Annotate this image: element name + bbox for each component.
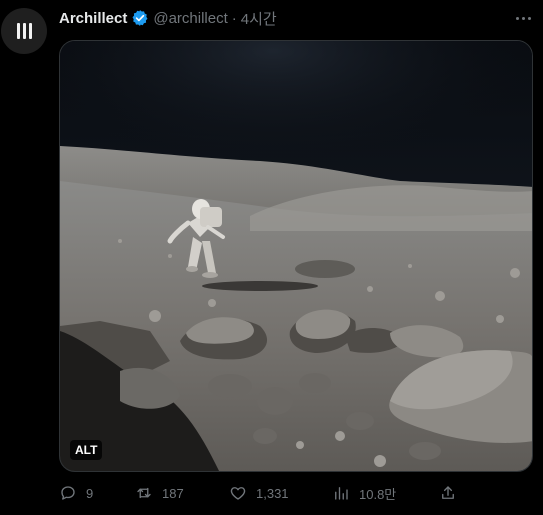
post-time[interactable]: 4시간 [241, 8, 277, 29]
avatar[interactable] [1, 8, 47, 54]
moon-surface-photo [60, 41, 532, 471]
retweet-count: 187 [162, 485, 184, 501]
views-chart-icon [335, 487, 348, 500]
like-count: 1,331 [256, 485, 289, 501]
tweet-image[interactable] [59, 40, 533, 472]
share-button[interactable] [439, 482, 457, 504]
views-button[interactable]: 10.8만 [332, 482, 396, 504]
separator-dot: · [231, 9, 237, 27]
like-button[interactable]: 1,331 [229, 482, 289, 504]
heart-icon [230, 487, 246, 500]
action-bar: 9 187 1,331 10.8만 [59, 482, 459, 504]
retweet-icon [137, 487, 151, 499]
more-options-icon[interactable] [513, 9, 533, 27]
views-count: 10.8만 [359, 486, 397, 502]
tweet-header: Archillect @archillect · 4시간 [59, 8, 277, 28]
alt-text-badge[interactable]: ALT [70, 440, 103, 460]
archillect-logo-icon [16, 23, 32, 39]
tweet[interactable]: Archillect @archillect · 4시간 ALT 9 187 1… [0, 0, 543, 515]
author-handle[interactable]: @archillect [153, 10, 227, 27]
share-icon [442, 486, 454, 499]
reply-count: 9 [86, 485, 94, 501]
retweet-button[interactable]: 187 [135, 482, 184, 504]
author-name[interactable]: Archillect [59, 10, 127, 27]
reply-button[interactable]: 9 [59, 482, 93, 504]
reply-icon [61, 486, 75, 500]
verified-badge-icon [132, 10, 148, 26]
